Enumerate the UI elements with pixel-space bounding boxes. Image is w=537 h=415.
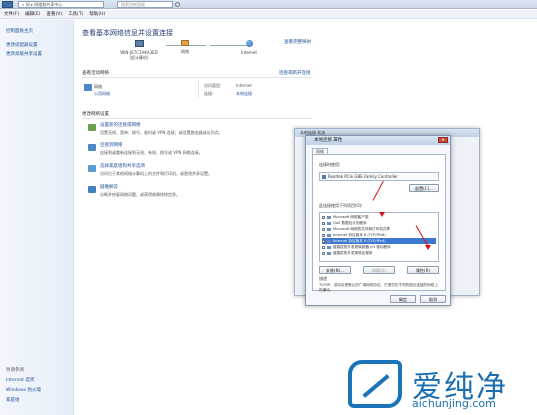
page-title: 查看基本网络信息并设置连接 — [82, 29, 173, 37]
task-connect[interactable]: 连接到网络 — [100, 142, 123, 148]
arrow-head — [425, 245, 431, 250]
properties-dialog-title: 本地连接 属性 — [306, 136, 450, 145]
new-connection-icon — [88, 124, 96, 131]
divider — [82, 77, 312, 78]
install-button[interactable]: 安装(N)... — [319, 266, 351, 274]
sidebar-item-adapter-settings[interactable]: 更改适配器设置 — [6, 42, 38, 48]
see-also-title: 另请参阅 — [6, 368, 24, 373]
computer-icon — [134, 40, 144, 47]
task-desc: 诊断并修复网络问题，或获得故障排除信息。 — [100, 192, 180, 197]
active-network-heading: 查看活动网络 — [82, 71, 109, 76]
see-also-internet-options[interactable]: Internet 选项 — [6, 377, 34, 383]
map-internet[interactable]: Internet — [234, 40, 264, 55]
task-desc: 设置无线、宽带、拨号、临时或 VPN 连接；或设置路由器或访问点。 — [100, 130, 223, 135]
access-type-value: Internet — [236, 83, 252, 88]
properties-button[interactable]: 属性(R) — [407, 266, 439, 274]
connection-properties-dialog: 本地连接 属性 ✕ 网络 连接时使用: Realtek PCIe GBE Fam… — [305, 135, 451, 306]
arrow-head — [379, 212, 385, 217]
address-bar: « 网 ▸ 网络和共享中心 搜索控制面板 — [0, 0, 537, 9]
description-label: 描述 — [319, 276, 327, 281]
components-list[interactable]: Microsoft 网络客户端 QoS 数据包计划程序 Microsoft 网络… — [319, 212, 439, 262]
description-text: TCP/IP。该协议是默认的广域网络协议，它提供在不同的相互连接的网络上的通讯。 — [319, 283, 438, 292]
adapter-field: Realtek PCIe GBE Family Controller — [319, 172, 439, 181]
network-name: 网络 — [94, 84, 102, 89]
search-icon[interactable] — [175, 2, 180, 7]
see-also-firewall[interactable]: Windows 防火墙 — [6, 387, 41, 393]
map-network[interactable]: 网络 — [170, 40, 200, 55]
watermark-logo — [348, 360, 402, 408]
access-type-label: 访问类型: — [204, 83, 222, 88]
connection-label: 连接: — [204, 91, 214, 96]
adapter-name: Realtek PCIe GBE Family Controller — [328, 174, 398, 179]
network-icon — [84, 84, 92, 91]
menu-help[interactable]: 帮助(H) — [89, 11, 105, 17]
map-computer[interactable]: WIN-JE7C1AKA3ED (此计算机) — [114, 40, 164, 61]
menu-edit[interactable]: 编辑(E) — [25, 11, 40, 17]
computer-sub: (此计算机) — [129, 55, 149, 60]
list-item[interactable]: 链路层拓扑发现响应程序 — [322, 250, 436, 256]
menu-file[interactable]: 文件(F) — [4, 11, 19, 17]
items-label: 此连接使用下列项目(O): — [319, 203, 363, 208]
see-also-homegroup[interactable]: 家庭组 — [6, 397, 20, 403]
connect-network-icon — [88, 144, 96, 151]
uninstall-button[interactable]: 卸载(U) — [363, 266, 395, 274]
task-desc: 连接到或重新连接到无线、有线、拨号或 VPN 网络连接。 — [100, 150, 203, 155]
address-field[interactable]: « 网 ▸ 网络和共享中心 — [18, 1, 104, 8]
network-label: 网络 — [181, 49, 189, 54]
control-panel-icon — [2, 1, 13, 8]
homegroup-icon — [88, 165, 96, 172]
task-homegroup[interactable]: 选择家庭组和共享选项 — [100, 163, 145, 169]
sidebar-item-advanced-sharing[interactable]: 更改高级共享设置 — [6, 51, 42, 57]
connect-disconnect-link[interactable]: 连接或断开连接 — [279, 70, 311, 76]
sidebar-item-home[interactable]: 控制面板主页 — [6, 28, 33, 34]
connect-using-label: 连接时使用: — [319, 162, 341, 167]
network-icon — [181, 40, 189, 46]
menu-bar: 文件(F) 编辑(E) 查看(V) 工具(T) 帮助(H) — [0, 10, 537, 19]
task-new-connection[interactable]: 设置新的连接或网络 — [100, 122, 141, 128]
task-troubleshoot[interactable]: 疑难解答 — [100, 184, 118, 190]
globe-icon — [245, 40, 253, 47]
adapter-icon — [322, 175, 326, 179]
search-input[interactable]: 搜索控制面板 — [117, 1, 173, 8]
menu-tools[interactable]: 工具(T) — [68, 11, 83, 17]
divider — [198, 80, 199, 98]
task-desc: 访问位于其他网络计算机上的文件和打印机，或更改共享设置。 — [100, 171, 212, 176]
cancel-button[interactable]: 取消 — [420, 295, 446, 303]
internet-label: Internet — [241, 50, 257, 55]
local-connection-link[interactable]: 本地连接 — [236, 91, 252, 97]
configure-button[interactable]: 配置(C)... — [409, 184, 439, 192]
menu-view[interactable]: 查看(V) — [46, 11, 62, 17]
change-settings-heading: 更改网络设置 — [82, 112, 109, 117]
network-type-link[interactable]: 公用网络 — [94, 91, 110, 97]
divider — [82, 118, 312, 119]
close-icon[interactable]: ✕ — [438, 137, 448, 143]
properties-panel: 连接时使用: Realtek PCIe GBE Family Controlle… — [312, 154, 446, 292]
watermark-url: aichunjing.com — [412, 397, 496, 410]
sidebar: 控制面板主页 更改适配器设置 更改高级共享设置 另请参阅 Internet 选项… — [0, 20, 74, 415]
ok-button[interactable]: 确定 — [390, 295, 416, 303]
full-map-link[interactable]: 查看完整映射 — [284, 39, 311, 45]
troubleshoot-icon — [88, 186, 96, 193]
